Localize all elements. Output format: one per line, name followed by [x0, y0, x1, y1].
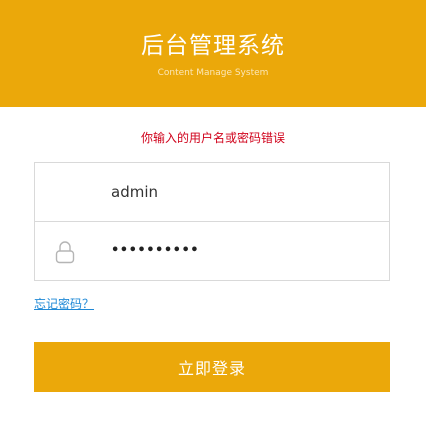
- app-title: 后台管理系统: [141, 33, 285, 59]
- username-field[interactable]: admin: [111, 163, 158, 221]
- login-button[interactable]: 立即登录: [34, 342, 390, 392]
- error-message: 你输入的用户名或密码错误: [140, 131, 285, 145]
- password-field[interactable]: ••••••••••: [111, 222, 199, 280]
- app-subtitle: Content Manage System: [157, 68, 269, 78]
- forgot-password-link[interactable]: 忘记密码？: [34, 296, 94, 312]
- header-banner: 后台管理系统 Content Manage System: [0, 0, 426, 107]
- lock-icon: [55, 241, 75, 264]
- password-row: ••••••••••: [35, 222, 389, 280]
- login-form: admin ••••••••••: [34, 162, 390, 281]
- username-row: admin: [35, 163, 389, 222]
